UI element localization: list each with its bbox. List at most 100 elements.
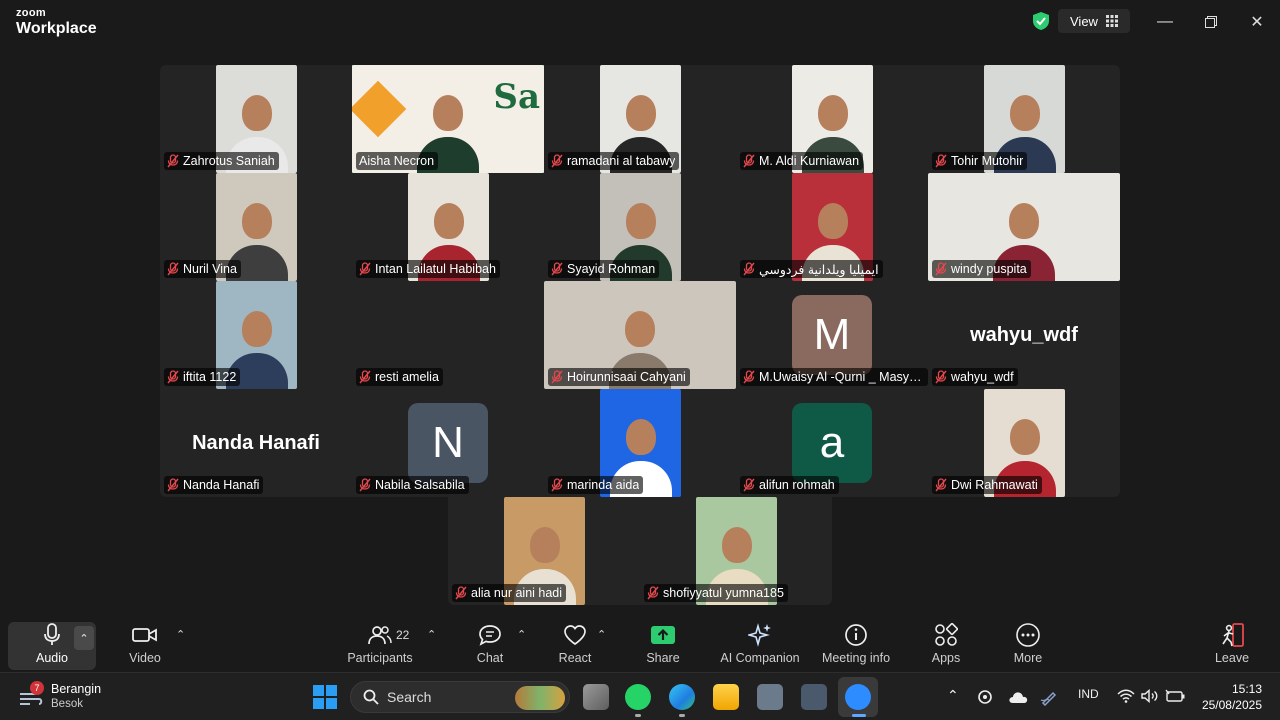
microphone-icon bbox=[44, 623, 60, 645]
participants-options-chevron-icon[interactable]: ⌃ bbox=[427, 628, 436, 641]
participant-name-tag: alifun rohmah bbox=[740, 476, 839, 494]
copilot-icon[interactable] bbox=[977, 688, 993, 706]
participant-name: Zahrotus Saniah bbox=[183, 154, 275, 168]
audio-button[interactable]: Audio bbox=[22, 622, 82, 670]
heart-icon bbox=[564, 625, 586, 646]
wifi-icon[interactable] bbox=[1117, 689, 1135, 703]
audio-label: Audio bbox=[36, 651, 68, 665]
brand-bottom: Workplace bbox=[16, 20, 97, 37]
pen-input-icon[interactable] bbox=[1040, 688, 1060, 706]
search-placeholder: Search bbox=[387, 689, 432, 705]
info-icon bbox=[845, 624, 867, 646]
participant-tile[interactable]: Syayid Rohman bbox=[544, 173, 736, 281]
participant-name-tag: Aisha Necron bbox=[356, 152, 439, 170]
participant-name: alia nur aini hadi bbox=[471, 586, 563, 600]
more-button[interactable]: More bbox=[1008, 622, 1048, 670]
participant-tile[interactable]: resti amelia bbox=[352, 281, 544, 389]
title-bar: zoom Workplace View — ✕ bbox=[0, 0, 1280, 45]
participant-tile[interactable]: Hoirunnisaai Cahyani bbox=[544, 281, 736, 389]
video-options-chevron-icon[interactable]: ⌃ bbox=[176, 628, 185, 641]
apps-label: Apps bbox=[931, 651, 961, 665]
clock-time: 15:13 bbox=[1231, 682, 1262, 696]
participant-name: resti amelia bbox=[375, 370, 439, 384]
participant-name: M.Uwaisy Al -Qurni _ Masya... bbox=[759, 370, 924, 384]
task-view-icon[interactable] bbox=[583, 684, 609, 710]
participant-tile[interactable]: ايميليا ويلدانية فردوسي bbox=[736, 173, 928, 281]
participant-name: Aisha Necron bbox=[359, 154, 435, 168]
muted-microphone-icon bbox=[743, 262, 755, 276]
participant-tile[interactable]: shofiyyatul yumna185 bbox=[640, 497, 832, 605]
participant-name: ايميليا ويلدانية فردوسي bbox=[759, 262, 879, 277]
chat-button[interactable]: Chat bbox=[470, 622, 510, 670]
participant-name-tag: Tohir Mutohir bbox=[932, 152, 1028, 170]
apps-button[interactable]: Apps bbox=[926, 622, 966, 670]
windows-start-icon[interactable] bbox=[313, 685, 337, 709]
file-explorer-icon[interactable] bbox=[713, 684, 739, 710]
participant-tile[interactable]: iftita 1122 bbox=[160, 281, 352, 389]
participant-tile[interactable]: Intan Lailatul Habibah bbox=[352, 173, 544, 281]
muted-microphone-icon bbox=[359, 262, 371, 276]
minimize-icon[interactable]: — bbox=[1153, 10, 1177, 34]
participant-tile[interactable]: ramadani al tabawy bbox=[544, 65, 736, 173]
participant-tile[interactable]: M M.Uwaisy Al -Qurni _ Masya... bbox=[736, 281, 928, 389]
chat-label: Chat bbox=[476, 651, 504, 665]
participant-tile[interactable]: marinda aida bbox=[544, 389, 736, 497]
meeting-info-button[interactable]: Meeting info bbox=[816, 622, 896, 670]
participants-icon bbox=[368, 626, 392, 645]
avatar: M bbox=[792, 295, 872, 375]
participant-tile[interactable]: wahyu_wdf wahyu_wdf bbox=[928, 281, 1120, 389]
react-button[interactable]: React bbox=[554, 622, 596, 670]
zoom-app-icon[interactable] bbox=[845, 684, 871, 710]
leave-door-icon bbox=[1222, 623, 1244, 647]
participant-name-tag: alia nur aini hadi bbox=[452, 584, 567, 602]
audio-options-chevron-icon[interactable]: ⌃ bbox=[74, 626, 94, 650]
calculator-icon[interactable] bbox=[757, 684, 783, 710]
chat-options-chevron-icon[interactable]: ⌃ bbox=[517, 628, 526, 641]
react-options-chevron-icon[interactable]: ⌃ bbox=[597, 628, 606, 641]
participant-tile[interactable]: a alifun rohmah bbox=[736, 389, 928, 497]
participant-tile[interactable]: Zahrotus Saniah bbox=[160, 65, 352, 173]
participant-name: iftita 1122 bbox=[183, 370, 237, 384]
taskbar-search[interactable]: Search bbox=[350, 681, 570, 713]
chat-icon bbox=[479, 625, 501, 646]
participant-tile[interactable]: Nuril Vina bbox=[160, 173, 352, 281]
muted-microphone-icon bbox=[551, 262, 563, 276]
whatsapp-icon[interactable] bbox=[625, 684, 651, 710]
muted-microphone-icon bbox=[359, 370, 371, 384]
participant-name-tag: Nanda Hanafi bbox=[164, 476, 264, 494]
system-clock[interactable]: 15:13 25/08/2025 bbox=[1196, 681, 1262, 713]
participant-tile[interactable]: Sa Aisha Necron bbox=[352, 65, 544, 173]
participant-tile[interactable]: Tohir Mutohir bbox=[928, 65, 1120, 173]
video-button[interactable]: Video bbox=[120, 622, 170, 670]
restore-icon[interactable] bbox=[1199, 10, 1223, 34]
participant-tile[interactable]: alia nur aini hadi bbox=[448, 497, 640, 605]
sparkle-icon bbox=[748, 623, 771, 647]
tray-overflow-chevron-icon[interactable]: ⌃ bbox=[947, 687, 959, 704]
leave-button[interactable]: Leave bbox=[1212, 622, 1252, 670]
onedrive-cloud-icon[interactable] bbox=[1008, 690, 1028, 704]
battery-charging-icon[interactable] bbox=[1165, 689, 1185, 703]
participant-tile[interactable]: Dwi Rahmawati bbox=[928, 389, 1120, 497]
participant-tile[interactable]: N Nabila Salsabila bbox=[352, 389, 544, 497]
participant-name: wahyu_wdf bbox=[951, 370, 1014, 384]
participant-name-tag: iftita 1122 bbox=[164, 368, 241, 386]
participant-name-tag: Syayid Rohman bbox=[548, 260, 660, 278]
view-button[interactable]: View bbox=[1058, 9, 1130, 33]
muted-microphone-icon bbox=[551, 478, 563, 492]
edge-running-indicator bbox=[679, 714, 685, 717]
shield-icon[interactable] bbox=[1031, 11, 1051, 31]
weather-badge: 7 bbox=[30, 681, 44, 695]
share-button[interactable]: Share bbox=[643, 622, 683, 670]
screen-snip-icon[interactable] bbox=[801, 684, 827, 710]
close-icon[interactable]: ✕ bbox=[1245, 10, 1269, 34]
ai-companion-button[interactable]: AI Companion bbox=[718, 622, 802, 670]
language-indicator[interactable]: IND bbox=[1078, 687, 1099, 701]
participant-tile[interactable]: windy puspita bbox=[928, 173, 1120, 281]
participant-tile[interactable]: Nanda Hanafi Nanda Hanafi bbox=[160, 389, 352, 497]
meeting-toolbar: Audio ⌃ Video ⌃ Participants 22 ⌃ Chat ⌃… bbox=[0, 618, 1280, 672]
participant-tile[interactable]: M. Aldi Kurniawan bbox=[736, 65, 928, 173]
participant-name-tag: M. Aldi Kurniawan bbox=[740, 152, 864, 170]
edge-browser-icon[interactable] bbox=[669, 684, 695, 710]
volume-icon[interactable] bbox=[1141, 689, 1159, 703]
avatar: a bbox=[792, 403, 872, 483]
